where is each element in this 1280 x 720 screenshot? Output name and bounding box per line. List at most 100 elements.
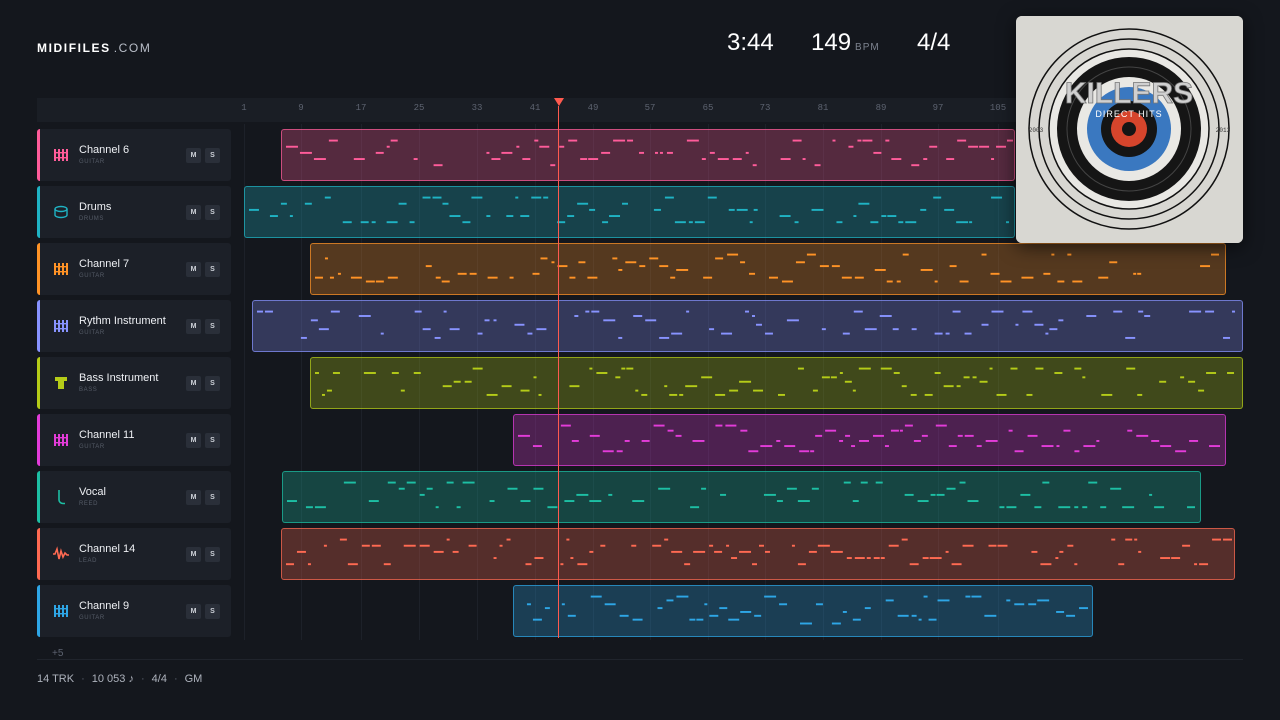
midi-clip[interactable] [513,585,1093,637]
ruler-tick: 89 [875,103,887,113]
clip-notes [285,538,1233,566]
song-duration: 3:44 [727,29,774,56]
midi-clip[interactable] [281,528,1235,580]
guitar-icon [52,317,70,335]
track-color-bar [37,357,40,409]
track-row[interactable]: Rythm Instrument GUITAR M S [37,300,231,352]
ruler-tick: 57 [644,103,656,113]
mute-button[interactable]: M [186,319,201,334]
ruler-tick: 97 [932,103,944,113]
midi-standard: GM [184,673,203,685]
bass-icon [52,374,70,392]
track-color-bar [37,471,40,523]
album-cover-art: KILLERS DIRECT HITS 2003 2013 [1016,16,1243,243]
mute-button[interactable]: M [186,490,201,505]
tempo-unit: BPM [855,42,880,53]
mute-button[interactable]: M [186,433,201,448]
midi-clip[interactable] [252,300,1243,352]
track-color-bar [37,585,40,637]
clip-notes [285,139,1014,167]
solo-button[interactable]: S [205,376,220,391]
tempo: 149 BPM [811,29,880,57]
solo-button[interactable]: S [205,262,220,277]
mute-button[interactable]: M [186,376,201,391]
track-row[interactable]: Channel 14 LEAD M S [37,528,231,580]
track-name: Channel 7 [79,258,130,270]
track-instrument: GUITAR [79,615,105,621]
track-color-bar [37,186,40,238]
track-instrument: GUITAR [79,330,105,336]
solo-button[interactable]: S [205,205,220,220]
solo-button[interactable]: S [205,433,220,448]
footer-stats: 14 TRK · 10 053 ♪ · 4/4 · GM [37,673,203,685]
track-color-bar [37,414,40,466]
solo-button[interactable]: S [205,319,220,334]
track-row[interactable]: Drums DRUMS M S [37,186,231,238]
ruler-tick: 41 [529,103,541,113]
solo-button[interactable]: S [205,547,220,562]
ruler-tick: 65 [702,103,714,113]
track-row[interactable]: Bass Instrument BASS M S [37,357,231,409]
solo-button[interactable]: S [205,604,220,619]
logo-tld: .COM [113,41,152,55]
track-name: Bass Instrument [79,372,159,384]
guitar-icon [52,146,70,164]
midi-clip[interactable] [244,186,1015,238]
mute-button[interactable]: M [186,205,201,220]
track-name: Rythm Instrument [79,315,166,327]
mute-button[interactable]: M [186,148,201,163]
midi-clip[interactable] [281,129,1015,181]
track-name: Channel 6 [79,144,130,156]
drum-icon [52,203,70,221]
album-cover: KILLERS DIRECT HITS 2003 2013 [1016,16,1243,243]
track-row[interactable]: Vocal REED M S [37,471,231,523]
tempo-value: 149 [811,29,852,56]
midi-clip[interactable] [310,357,1243,409]
ruler-tick: 17 [355,103,367,113]
guitar-icon [52,431,70,449]
midi-clip[interactable] [282,471,1201,523]
track-instrument: GUITAR [79,273,105,279]
ruler-tick: 33 [471,103,483,113]
clip-notes [526,595,1089,625]
track-row[interactable]: Channel 7 GUITAR M S [37,243,231,295]
note-count: 10 053 ♪ [91,673,134,685]
playhead[interactable] [558,106,559,638]
reed-icon [52,488,70,506]
track-row[interactable]: Channel 11 GUITAR M S [37,414,231,466]
ruler-tick: 73 [759,103,771,113]
more-tracks-indicator[interactable]: +5 [52,648,63,659]
clip-notes [314,253,1220,283]
logo-brand: MIDIFILES [37,41,111,55]
track-instrument: GUITAR [79,159,105,165]
ruler-tick: 25 [413,103,425,113]
clip-notes [286,481,1196,509]
solo-button[interactable]: S [205,490,220,505]
midi-clip[interactable] [513,414,1226,466]
track-count: 14 TRK [37,673,75,685]
album-year-right: 2013 [1216,127,1231,134]
clip-notes [517,424,1221,453]
ruler-tick: 81 [817,103,829,113]
mute-button[interactable]: M [186,547,201,562]
playhead-handle[interactable] [554,98,564,106]
track-color-bar [37,243,40,295]
lead-icon [52,545,70,563]
track-row[interactable]: Channel 6 GUITAR M S [37,129,231,181]
track-row[interactable]: Channel 9 GUITAR M S [37,585,231,637]
mute-button[interactable]: M [186,604,201,619]
clip-notes [314,367,1235,396]
mute-button[interactable]: M [186,262,201,277]
album-title: DIRECT HITS [1095,109,1162,119]
logo[interactable]: MIDIFILES .COM [37,41,151,55]
track-instrument: DRUMS [79,216,104,222]
track-instrument: BASS [79,387,98,393]
midi-clip[interactable] [310,243,1226,295]
track-color-bar [37,528,40,580]
track-instrument: LEAD [79,558,98,564]
track-name: Channel 9 [79,600,130,612]
footer-signature: 4/4 [151,673,167,685]
solo-button[interactable]: S [205,148,220,163]
album-band: KILLERS [1065,77,1193,110]
album-year-left: 2003 [1029,127,1044,134]
